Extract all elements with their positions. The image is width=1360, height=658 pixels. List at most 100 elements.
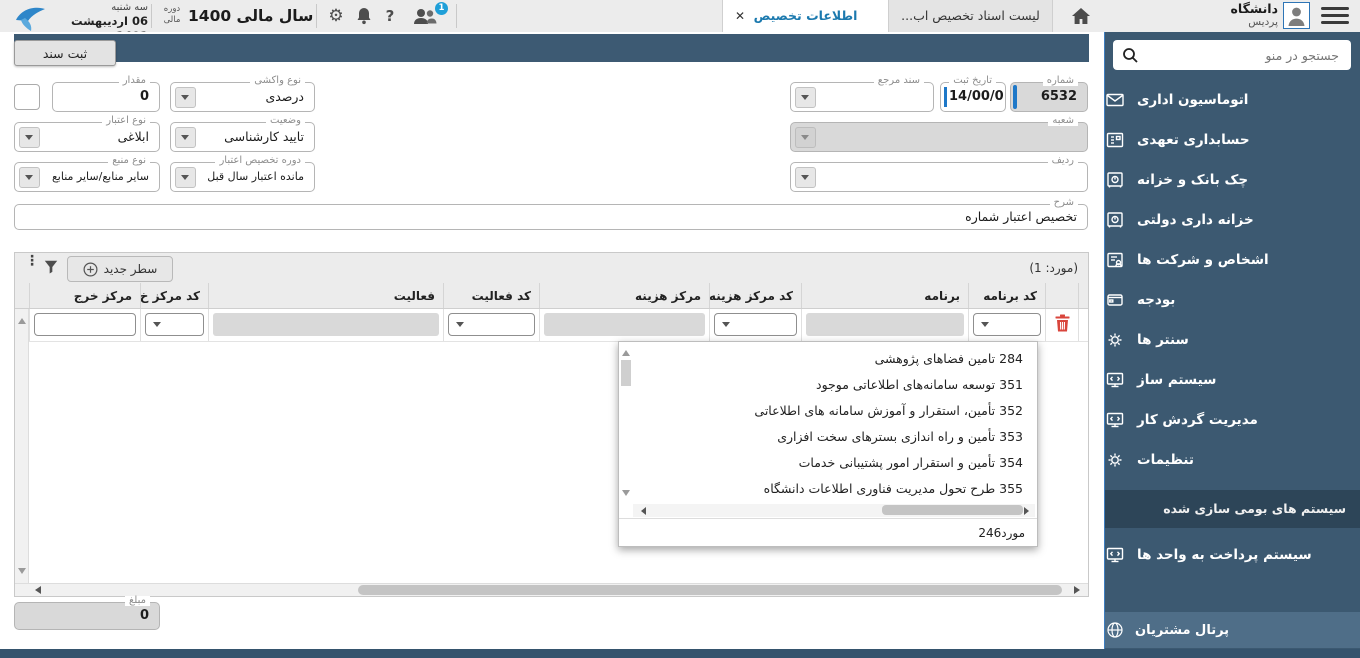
description-field[interactable]: شرح تخصیص اعتبار شماره: [14, 204, 1088, 230]
header-program[interactable]: برنامه: [801, 283, 968, 308]
scroll-up-arrow-icon[interactable]: [18, 314, 26, 324]
sidebar-item-budget[interactable]: بودجه: [1105, 280, 1360, 320]
dropdown-option[interactable]: 353 تأمین و راه اندازی بسترهای سخت افزار…: [633, 424, 1037, 450]
search-input[interactable]: [1113, 40, 1351, 70]
spend-center-code-dropdown[interactable]: [145, 313, 204, 336]
chevron-down-icon[interactable]: [719, 317, 734, 332]
scroll-left-arrow-icon[interactable]: [31, 586, 41, 594]
help-icon[interactable]: ?: [380, 0, 400, 32]
field-value: تایید کارشناسی: [171, 123, 314, 151]
header-spend-center-code[interactable]: کد مرکز خ...: [140, 283, 208, 308]
sidebar-item-workflow-management[interactable]: مدیریت گردش کار: [1105, 400, 1360, 440]
program-code-dropdown[interactable]: [973, 313, 1041, 336]
main-content: ثبت سند شماره 6532 تاریخ ثبت 14/00/01 سن…: [0, 32, 1104, 649]
branch-select: شعبه: [790, 122, 1088, 152]
cost-center-code-dropdown[interactable]: [714, 313, 797, 336]
sidebar-item-settings[interactable]: تنظیمات: [1105, 440, 1360, 480]
header-activity[interactable]: فعالیت: [208, 283, 443, 308]
safe-icon: [1105, 170, 1125, 190]
source-type-select[interactable]: نوع منبع سایر منابع/سایر منابع: [14, 162, 160, 192]
scroll-left-arrow-icon[interactable]: [637, 507, 646, 515]
header-cost-center[interactable]: مرکز هزینه: [539, 283, 709, 308]
filter-icon[interactable]: [43, 259, 59, 275]
row-select[interactable]: ردیف: [790, 162, 1088, 192]
spend-center-input[interactable]: [34, 313, 136, 336]
field-value: 0: [53, 83, 159, 111]
sidebar-item-accrual-accounting[interactable]: حسابداری تعهدی: [1105, 120, 1360, 160]
dropdown-horizontal-scrollbar[interactable]: [633, 504, 1035, 517]
scrollbar-thumb[interactable]: [621, 360, 631, 386]
scrollbar-thumb[interactable]: [358, 585, 1062, 595]
header-spend-center[interactable]: مرکز خرج: [29, 283, 140, 308]
sidebar-item-label: پرتال مشتریان: [1135, 623, 1229, 638]
amount-field: مبلغ 0: [14, 602, 160, 630]
gear-icon: [1105, 330, 1125, 350]
dropdown-option[interactable]: 284 تامین فضاهای پژوهشی: [633, 346, 1037, 372]
scroll-down-arrow-icon[interactable]: [622, 490, 630, 500]
registration-date-field[interactable]: تاریخ ثبت 14/00/01: [940, 82, 1006, 112]
scroll-down-arrow-icon[interactable]: [18, 568, 26, 578]
home-icon[interactable]: [1066, 0, 1096, 32]
delete-row-trash-icon[interactable]: [1055, 314, 1070, 332]
credit-allocation-period-select[interactable]: دوره تخصیص اعتبار مانده اعتبار سال قبل: [170, 162, 315, 192]
sidebar-item-centers[interactable]: سنتر ها: [1105, 320, 1360, 360]
dropdown-option[interactable]: 354 تأمین و استقرار امور پشتیبانی خدمات: [633, 450, 1037, 476]
chevron-down-icon[interactable]: [150, 317, 165, 332]
chevron-down-icon[interactable]: [453, 317, 468, 332]
grid-horizontal-scrollbar[interactable]: [15, 583, 1088, 596]
menu-search: [1113, 40, 1351, 70]
cost-center-readonly: [544, 313, 705, 336]
activity-code-dropdown[interactable]: [448, 313, 535, 336]
scroll-right-arrow-icon[interactable]: [1074, 586, 1084, 594]
header-activity-code[interactable]: کد فعالیت: [443, 283, 539, 308]
sidebar-item-unit-payment-system[interactable]: سیستم پرداخت به واحد ها: [1105, 535, 1360, 575]
save-document-button[interactable]: ثبت سند: [14, 40, 116, 66]
cost-center-code-cell: [709, 309, 801, 341]
sidebar-item-office-automation[interactable]: اتوماسیون اداری: [1105, 80, 1360, 120]
dropdown-vertical-scrollbar[interactable]: [620, 344, 632, 500]
new-row-button[interactable]: سطر جدید: [67, 256, 173, 282]
sidebar-item-government-treasury[interactable]: خزانه داری دولتی: [1105, 200, 1360, 240]
field-value: [791, 123, 1087, 151]
scroll-right-arrow-icon[interactable]: [1024, 507, 1033, 515]
wallet-icon: [1105, 290, 1125, 310]
dropdown-option[interactable]: 352 تأمین، استقرار و آموزش سامانه های اط…: [633, 398, 1037, 424]
sidebar-item-system-builder[interactable]: سیستم ساز: [1105, 360, 1360, 400]
sidebar-navigation: اتوماسیون اداری حسابداری تعهدی چک بانک و…: [1105, 32, 1360, 658]
grid-vertical-scrollbar[interactable]: [15, 309, 29, 583]
reference-document-select[interactable]: سند مرجع: [790, 82, 934, 112]
checkbox[interactable]: [14, 84, 40, 110]
credit-type-select[interactable]: نوع اعتبار ابلاغی: [14, 122, 160, 152]
tab-allocation-info[interactable]: ✕ اطلاعات تخصیص ابلاغی: [722, 0, 888, 32]
scrollbar-thumb[interactable]: [882, 505, 1023, 515]
program-code-cell: [968, 309, 1045, 341]
sidebar-section-localized-systems[interactable]: سیستم های بومی سازی شده: [1105, 490, 1360, 528]
form-action-strip: [14, 34, 1089, 62]
header-cost-center-code[interactable]: کد مرکز هزینه: [709, 283, 801, 308]
number-field: شماره 6532: [1010, 82, 1088, 112]
sidebar-item-customers-portal[interactable]: پرتال مشتریان: [1105, 612, 1360, 648]
fetch-type-select[interactable]: نوع واکشی درصدی: [170, 82, 315, 112]
sidebar-item-label: اتوماسیون اداری: [1137, 92, 1248, 108]
settings-gear-icon[interactable]: ⚙: [324, 0, 348, 32]
quantity-field[interactable]: مقدار 0: [52, 82, 160, 112]
dropdown-option[interactable]: 355 طرح تحول مدیریت فناوری اطلاعات دانشگ…: [633, 476, 1037, 502]
user-avatar[interactable]: [1283, 2, 1310, 29]
field-value: [791, 83, 933, 111]
sidebar-item-people-companies[interactable]: اشخاص و شرکت ها: [1105, 240, 1360, 280]
chevron-down-icon[interactable]: [978, 317, 993, 332]
sidebar-item-bank-check-treasury[interactable]: چک بانک و خزانه: [1105, 160, 1360, 200]
status-select[interactable]: وضعیت تایید کارشناسی: [170, 122, 315, 152]
close-tab-icon[interactable]: ✕: [735, 0, 745, 32]
kebab-menu-icon[interactable]: ⋮: [25, 258, 31, 278]
divider: [456, 4, 457, 28]
header-program-code[interactable]: کد برنامه: [968, 283, 1045, 308]
hamburger-menu-icon[interactable]: [1321, 7, 1349, 25]
code-monitor-icon: [1105, 410, 1125, 430]
tab-allocation-documents-list[interactable]: لیست اسناد تخصیص اب...: [888, 0, 1053, 32]
notifications-bell-icon[interactable]: [352, 0, 376, 32]
scroll-up-arrow-icon[interactable]: [622, 346, 630, 356]
dropdown-option[interactable]: 351 توسعه سامانه‌های اطلاعاتی موجود: [633, 372, 1037, 398]
sidebar-item-label: چک بانک و خزانه: [1137, 172, 1248, 188]
field-value: 14/00/01: [941, 83, 1005, 111]
